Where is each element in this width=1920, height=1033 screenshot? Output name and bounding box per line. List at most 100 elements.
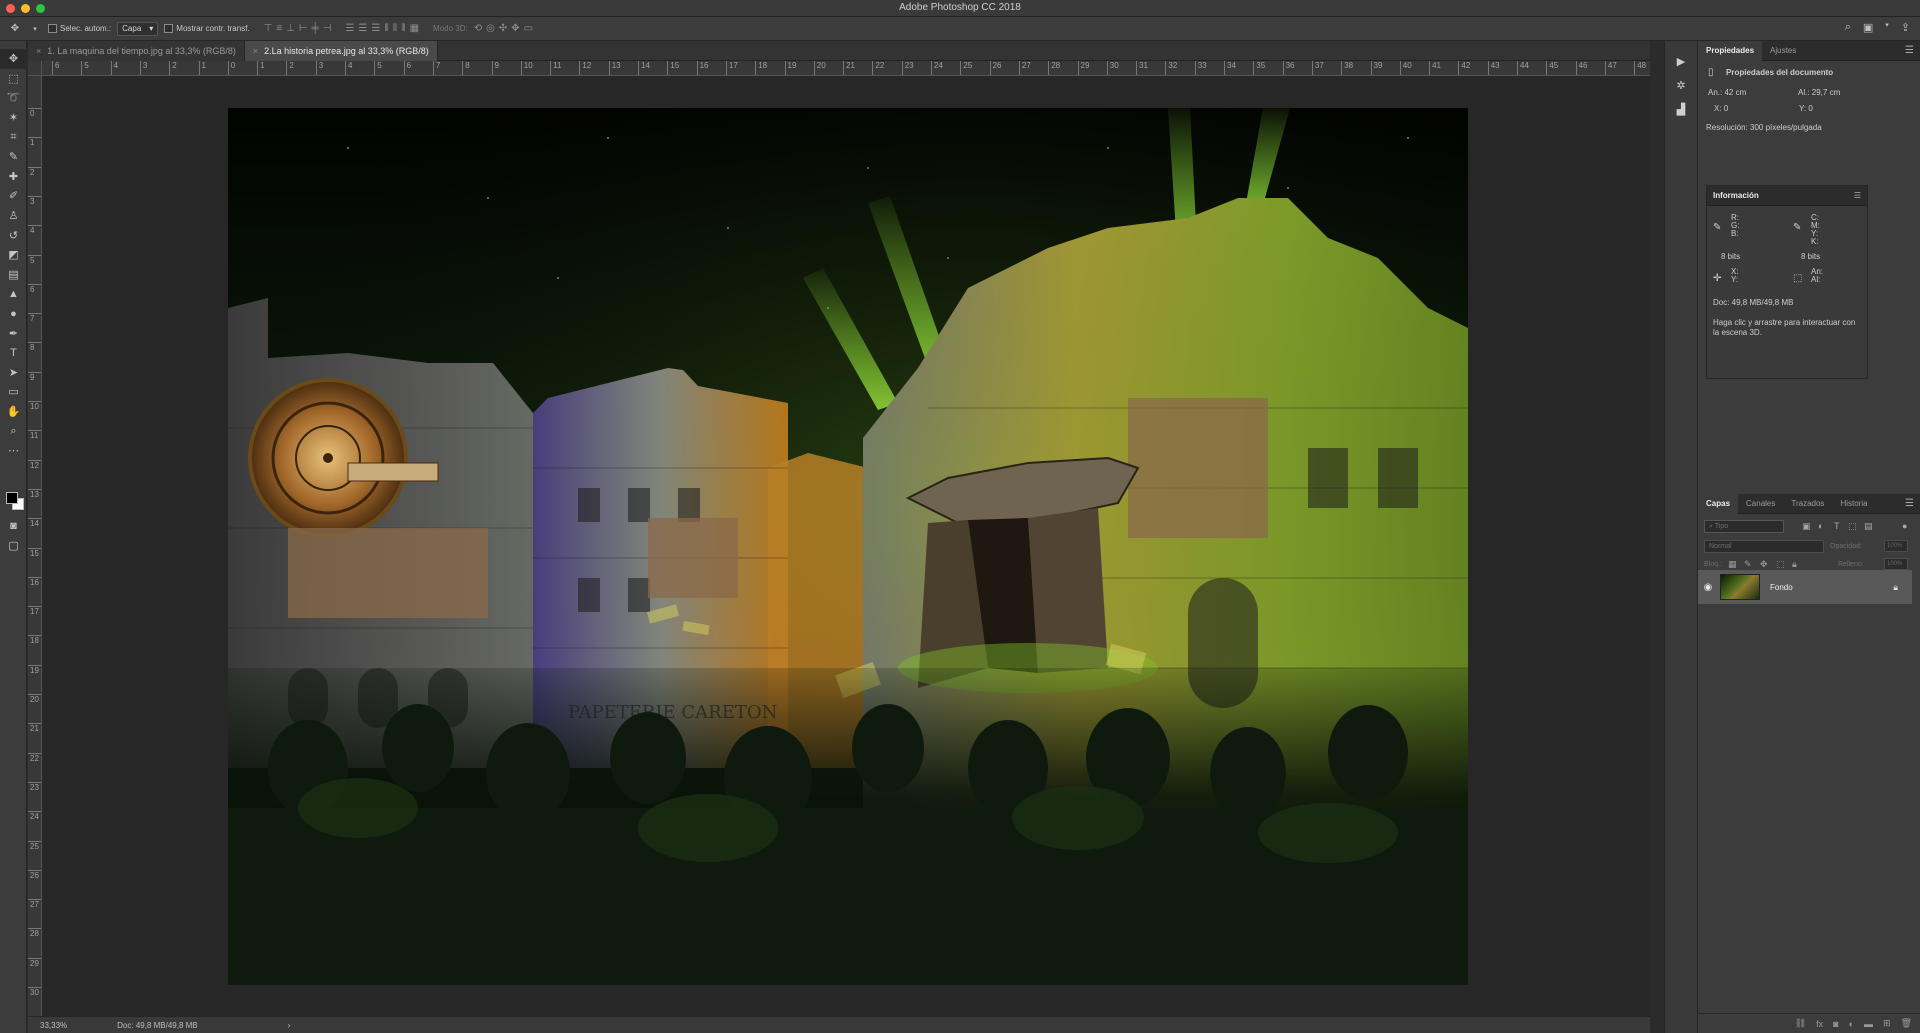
fill-input[interactable]: 100% <box>1884 558 1908 570</box>
chevron-down-icon[interactable]: ▾ <box>1885 21 1889 34</box>
panel-menu-icon[interactable]: ☰ <box>1854 191 1861 200</box>
filter-type-icon[interactable]: T <box>1834 521 1840 531</box>
vertical-ruler[interactable]: 0 1 2 3 4 5 6 7 8 9 10 11 12 13 14 15 16 17 18 19 20 21 22 23 24… <box>28 76 42 1016</box>
lock-transparency-icon[interactable]: ▦ <box>1728 559 1737 570</box>
play-actions-icon[interactable]: ▶ <box>1665 49 1697 73</box>
auto-align-icon[interactable]: ▦ <box>410 23 419 34</box>
auto-select-checkbox[interactable]: Selec. autom.: <box>48 24 111 34</box>
rectangle-tool-icon[interactable]: ▭ <box>0 382 27 402</box>
lock-pixels-icon[interactable]: ✎ <box>1744 559 1752 570</box>
pan-3d-icon[interactable]: ✣ <box>499 23 507 34</box>
chevron-down-icon[interactable]: ▾ <box>28 25 42 33</box>
ruler-tick-label: 5 <box>81 61 89 75</box>
foreground-color-swatch[interactable] <box>6 492 18 504</box>
tab-adjustments[interactable]: Ajustes <box>1762 41 1804 61</box>
align-center-icon[interactable]: ╪ <box>312 23 319 34</box>
more-tools-icon[interactable]: ⋯ <box>0 441 27 461</box>
screen-mode-icon[interactable]: ▢ <box>0 536 27 556</box>
close-icon[interactable]: × <box>36 46 41 56</box>
distribute-right-icon[interactable]: ⦀ <box>401 23 405 34</box>
share-icon[interactable]: ⇪ <box>1901 21 1910 34</box>
align-top-icon[interactable]: ⊤ <box>264 23 273 34</box>
panel-menu-icon[interactable]: ☰ <box>1905 45 1920 56</box>
filter-adjustment-icon[interactable]: ◐ <box>1818 521 1823 531</box>
filter-shape-icon[interactable]: ⬚ <box>1848 521 1857 532</box>
tab-history[interactable]: Historia <box>1832 494 1875 514</box>
magic-wand-tool-icon[interactable]: ✶ <box>0 108 27 128</box>
tab-document-1[interactable]: × 1. La maquina del tiempo.jpg al 33,3% … <box>28 41 245 61</box>
distribute-left-icon[interactable]: ⦀ <box>384 23 388 34</box>
new-layer-icon[interactable]: ⊞ <box>1883 1018 1891 1029</box>
marquee-tool-icon[interactable]: ⬚ <box>0 69 27 89</box>
type-tool-icon[interactable]: T <box>0 343 27 363</box>
add-mask-icon[interactable]: ◙ <box>1833 1019 1838 1029</box>
distribute-center-icon[interactable]: ⦀ <box>393 23 397 34</box>
trash-icon[interactable]: 🗑︎ <box>1901 1018 1912 1029</box>
histogram-icon[interactable]: ▟ <box>1665 97 1697 121</box>
search-icon[interactable]: ⌕ <box>1845 21 1851 34</box>
filter-pixel-icon[interactable]: ▣ <box>1802 521 1811 532</box>
tab-channels[interactable]: Canales <box>1738 494 1783 514</box>
eye-icon[interactable]: ◉ <box>1698 582 1718 593</box>
align-left-icon[interactable]: ⊢ <box>299 23 308 34</box>
link-layers-icon[interactable]: ⛓ <box>1795 1018 1806 1029</box>
adjustment-layer-icon[interactable]: ◐ <box>1849 1019 1854 1029</box>
crop-tool-icon[interactable]: ⌗ <box>0 127 27 147</box>
path-selection-tool-icon[interactable]: ➤ <box>0 363 27 383</box>
ruler-tick-label: 16 <box>28 576 41 587</box>
gradient-tool-icon[interactable]: ▤ <box>0 265 27 285</box>
move-tool-icon[interactable]: ✥ <box>8 23 22 34</box>
layer-name[interactable]: Fondo <box>1770 583 1793 592</box>
layer-style-icon[interactable]: fx <box>1816 1019 1823 1029</box>
align-middle-icon[interactable]: ≡ <box>276 23 282 34</box>
tab-layers[interactable]: Capas <box>1698 493 1739 514</box>
status-menu-arrow[interactable]: › <box>288 1021 291 1030</box>
distribute-top-icon[interactable]: ☰ <box>345 23 354 34</box>
align-right-icon[interactable]: ⊣ <box>323 23 332 34</box>
auto-select-target-dropdown[interactable]: Capa ▾ <box>117 21 159 36</box>
properties-icon[interactable]: ✲ <box>1665 73 1697 97</box>
move-tool-icon[interactable]: ✥ <box>0 49 27 69</box>
tab-document-2[interactable]: × 2.La historia petrea.jpg al 33,3% (RGB… <box>244 41 438 61</box>
brush-tool-icon[interactable]: ✐ <box>0 186 27 206</box>
dodge-tool-icon[interactable]: ● <box>0 304 27 324</box>
zoom-tool-icon[interactable]: ⌕ <box>0 421 27 441</box>
hand-tool-icon[interactable]: ✋ <box>0 402 27 422</box>
healing-brush-tool-icon[interactable]: ✚ <box>0 167 27 187</box>
ruler-origin[interactable] <box>28 61 42 76</box>
orbit-3d-icon[interactable]: ⟲ <box>474 23 482 34</box>
eraser-tool-icon[interactable]: ◩ <box>0 245 27 265</box>
close-icon[interactable]: × <box>253 46 258 56</box>
tab-properties[interactable]: Propiedades <box>1698 40 1763 61</box>
document-image[interactable]: PAPETERIE CARETON <box>228 108 1468 985</box>
clone-stamp-tool-icon[interactable]: ♙ <box>0 206 27 226</box>
layer-row[interactable]: ◉ Fondo 🔒︎ <box>1698 570 1912 604</box>
roll-3d-icon[interactable]: ◎ <box>486 23 495 34</box>
distribute-middle-icon[interactable]: ☰ <box>358 23 367 34</box>
distribute-bottom-icon[interactable]: ☰ <box>371 23 380 34</box>
panel-menu-icon[interactable]: ☰ <box>1905 498 1920 509</box>
blur-tool-icon[interactable]: ▲ <box>0 284 27 304</box>
align-bottom-icon[interactable]: ⊥ <box>286 23 295 34</box>
layer-filter-input[interactable]: ⌕ Tipo <box>1704 520 1784 533</box>
filter-toggle-icon[interactable]: ● <box>1902 521 1907 531</box>
slide-3d-icon[interactable]: ✥ <box>511 23 519 34</box>
new-group-icon[interactable]: ▬ <box>1864 1019 1873 1029</box>
tab-paths[interactable]: Trazados <box>1783 494 1832 514</box>
scale-3d-icon[interactable]: ▭ <box>524 23 533 34</box>
blend-mode-dropdown[interactable]: Normal <box>1704 540 1824 553</box>
lock-all-icon[interactable]: 🔒︎ <box>1792 559 1797 570</box>
lasso-tool-icon[interactable]: ➰ <box>0 88 27 108</box>
lock-artboard-icon[interactable]: ⬚ <box>1776 559 1785 570</box>
horizontal-ruler[interactable]: 6 5 4 3 2 1 0 1 2 3 4 5 6 7 8 9 10 11 12 13 14 15 16 17 18 19 20 21… <box>42 61 1650 76</box>
workspace-icon[interactable]: ▣ <box>1863 21 1873 34</box>
history-brush-tool-icon[interactable]: ↺ <box>0 225 27 245</box>
quick-mask-icon[interactable]: ◙ <box>0 516 27 536</box>
eyedropper-tool-icon[interactable]: ✎ <box>0 147 27 167</box>
opacity-input[interactable]: 100% <box>1884 540 1908 552</box>
lock-position-icon[interactable]: ✥ <box>1760 559 1768 570</box>
pen-tool-icon[interactable]: ✒ <box>0 323 27 343</box>
zoom-level[interactable]: 33,33% <box>40 1021 67 1030</box>
filter-smart-object-icon[interactable]: ▤ <box>1864 521 1873 532</box>
show-transform-checkbox[interactable]: Mostrar contr. transf. <box>164 24 250 34</box>
